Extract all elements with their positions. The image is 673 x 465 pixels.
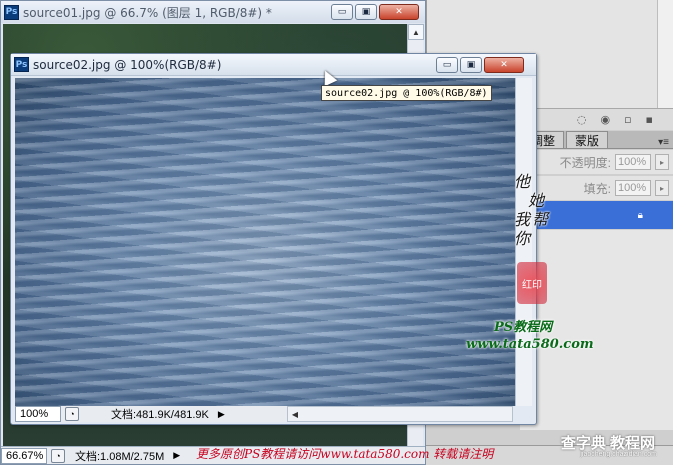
opacity-dropdown-icon[interactable]: ▸ bbox=[655, 154, 669, 170]
fill-input[interactable]: 100% bbox=[615, 180, 651, 196]
trash-icon[interactable]: ▪ bbox=[646, 113, 653, 126]
ps-net-watermark: PS教程网 bbox=[494, 320, 553, 335]
signature-char: 你 bbox=[514, 229, 531, 248]
new-icon[interactable]: ▫ bbox=[624, 113, 631, 126]
signature-char: 他 bbox=[514, 172, 531, 191]
window-titlebar[interactable]: Ps source01.jpg @ 66.7% (图层 1, RGB/8#) *… bbox=[1, 1, 425, 23]
image-canvas[interactable] bbox=[15, 78, 515, 406]
signature-watermark: 他 她 我 帮 你 bbox=[514, 172, 564, 264]
minimize-button[interactable]: ▭ bbox=[331, 4, 353, 20]
fill-label: 填充: bbox=[583, 181, 611, 196]
opacity-row: 不透明度: 100% ▸ bbox=[520, 150, 673, 174]
tab-masks[interactable]: 蒙版 bbox=[566, 131, 609, 148]
window-tooltip: source02.jpg @ 100%(RGB/8#) bbox=[321, 85, 492, 101]
photoshop-logo-icon: Ps bbox=[14, 57, 29, 72]
status-menu-icon[interactable]: ◔ bbox=[51, 448, 65, 463]
document-size-info: 文档:1.08M/2.75M bbox=[75, 450, 165, 463]
corner-watermark: 查字典 教程网 bbox=[560, 435, 655, 452]
status-menu-icon[interactable]: ◔ bbox=[65, 407, 79, 421]
document-window-source02[interactable]: Ps source02.jpg @ 100%(RGB/8#) ▭ ▣ ✕ 100… bbox=[10, 53, 537, 425]
restore-button[interactable]: ▣ bbox=[355, 4, 377, 20]
panel-menu-icon[interactable]: ▾≡ bbox=[658, 137, 673, 148]
fill-dropdown-icon[interactable]: ▸ bbox=[655, 180, 669, 196]
corner-watermark-sub: jiaocheng.chazidian.com bbox=[580, 451, 657, 458]
window-controls: ▭ ▣ ✕ bbox=[436, 57, 524, 73]
panel-scrollbar[interactable] bbox=[657, 0, 673, 108]
window-controls: ▭ ▣ ✕ bbox=[331, 4, 419, 20]
status-arrow-icon[interactable]: ▶ bbox=[215, 409, 228, 420]
document-size-info: 文档:481.9K/481.9K bbox=[111, 409, 209, 421]
zoom-field[interactable]: 66.67% bbox=[1, 447, 47, 464]
camera-icon[interactable]: ◉ bbox=[600, 113, 610, 126]
zoom-field[interactable]: 100% bbox=[15, 406, 61, 422]
lock-icon: 🔒︎ bbox=[637, 209, 643, 221]
scroll-up-icon[interactable]: ▲ bbox=[408, 24, 424, 40]
opacity-input[interactable]: 100% bbox=[615, 154, 651, 170]
red-seal-stamp: 红印 bbox=[517, 262, 547, 304]
horizontal-scrollbar[interactable]: ◀ bbox=[287, 406, 513, 422]
photoshop-logo-icon: Ps bbox=[4, 4, 19, 20]
panel-tabs: 调整 蒙版 ▾≡ bbox=[520, 131, 673, 149]
window-title: source02.jpg @ 100%(RGB/8#) bbox=[33, 57, 222, 72]
status-bar: 100% ◔ 文档:481.9K/481.9K ▶ bbox=[15, 406, 287, 422]
minimize-button[interactable]: ▭ bbox=[436, 57, 458, 73]
scroll-left-icon[interactable]: ◀ bbox=[288, 407, 302, 421]
restore-button[interactable]: ▣ bbox=[460, 57, 482, 73]
close-button[interactable]: ✕ bbox=[484, 57, 524, 73]
loop-icon[interactable]: ◌ bbox=[577, 113, 587, 126]
window-titlebar[interactable]: Ps source02.jpg @ 100%(RGB/8#) ▭ ▣ ✕ bbox=[11, 54, 536, 76]
window-title: source01.jpg @ 66.7% (图层 1, RGB/8#) * bbox=[23, 5, 272, 20]
status-arrow-icon[interactable]: ▶ bbox=[170, 450, 183, 461]
bottom-banner-watermark: 更多原创PS教程请访问www.tata580.com 转载请注明 bbox=[196, 447, 494, 461]
site-url-watermark: www.tata580.com bbox=[466, 337, 594, 352]
signature-char: 她 bbox=[528, 191, 545, 210]
close-button[interactable]: ✕ bbox=[379, 4, 419, 20]
opacity-label: 不透明度: bbox=[559, 155, 611, 170]
